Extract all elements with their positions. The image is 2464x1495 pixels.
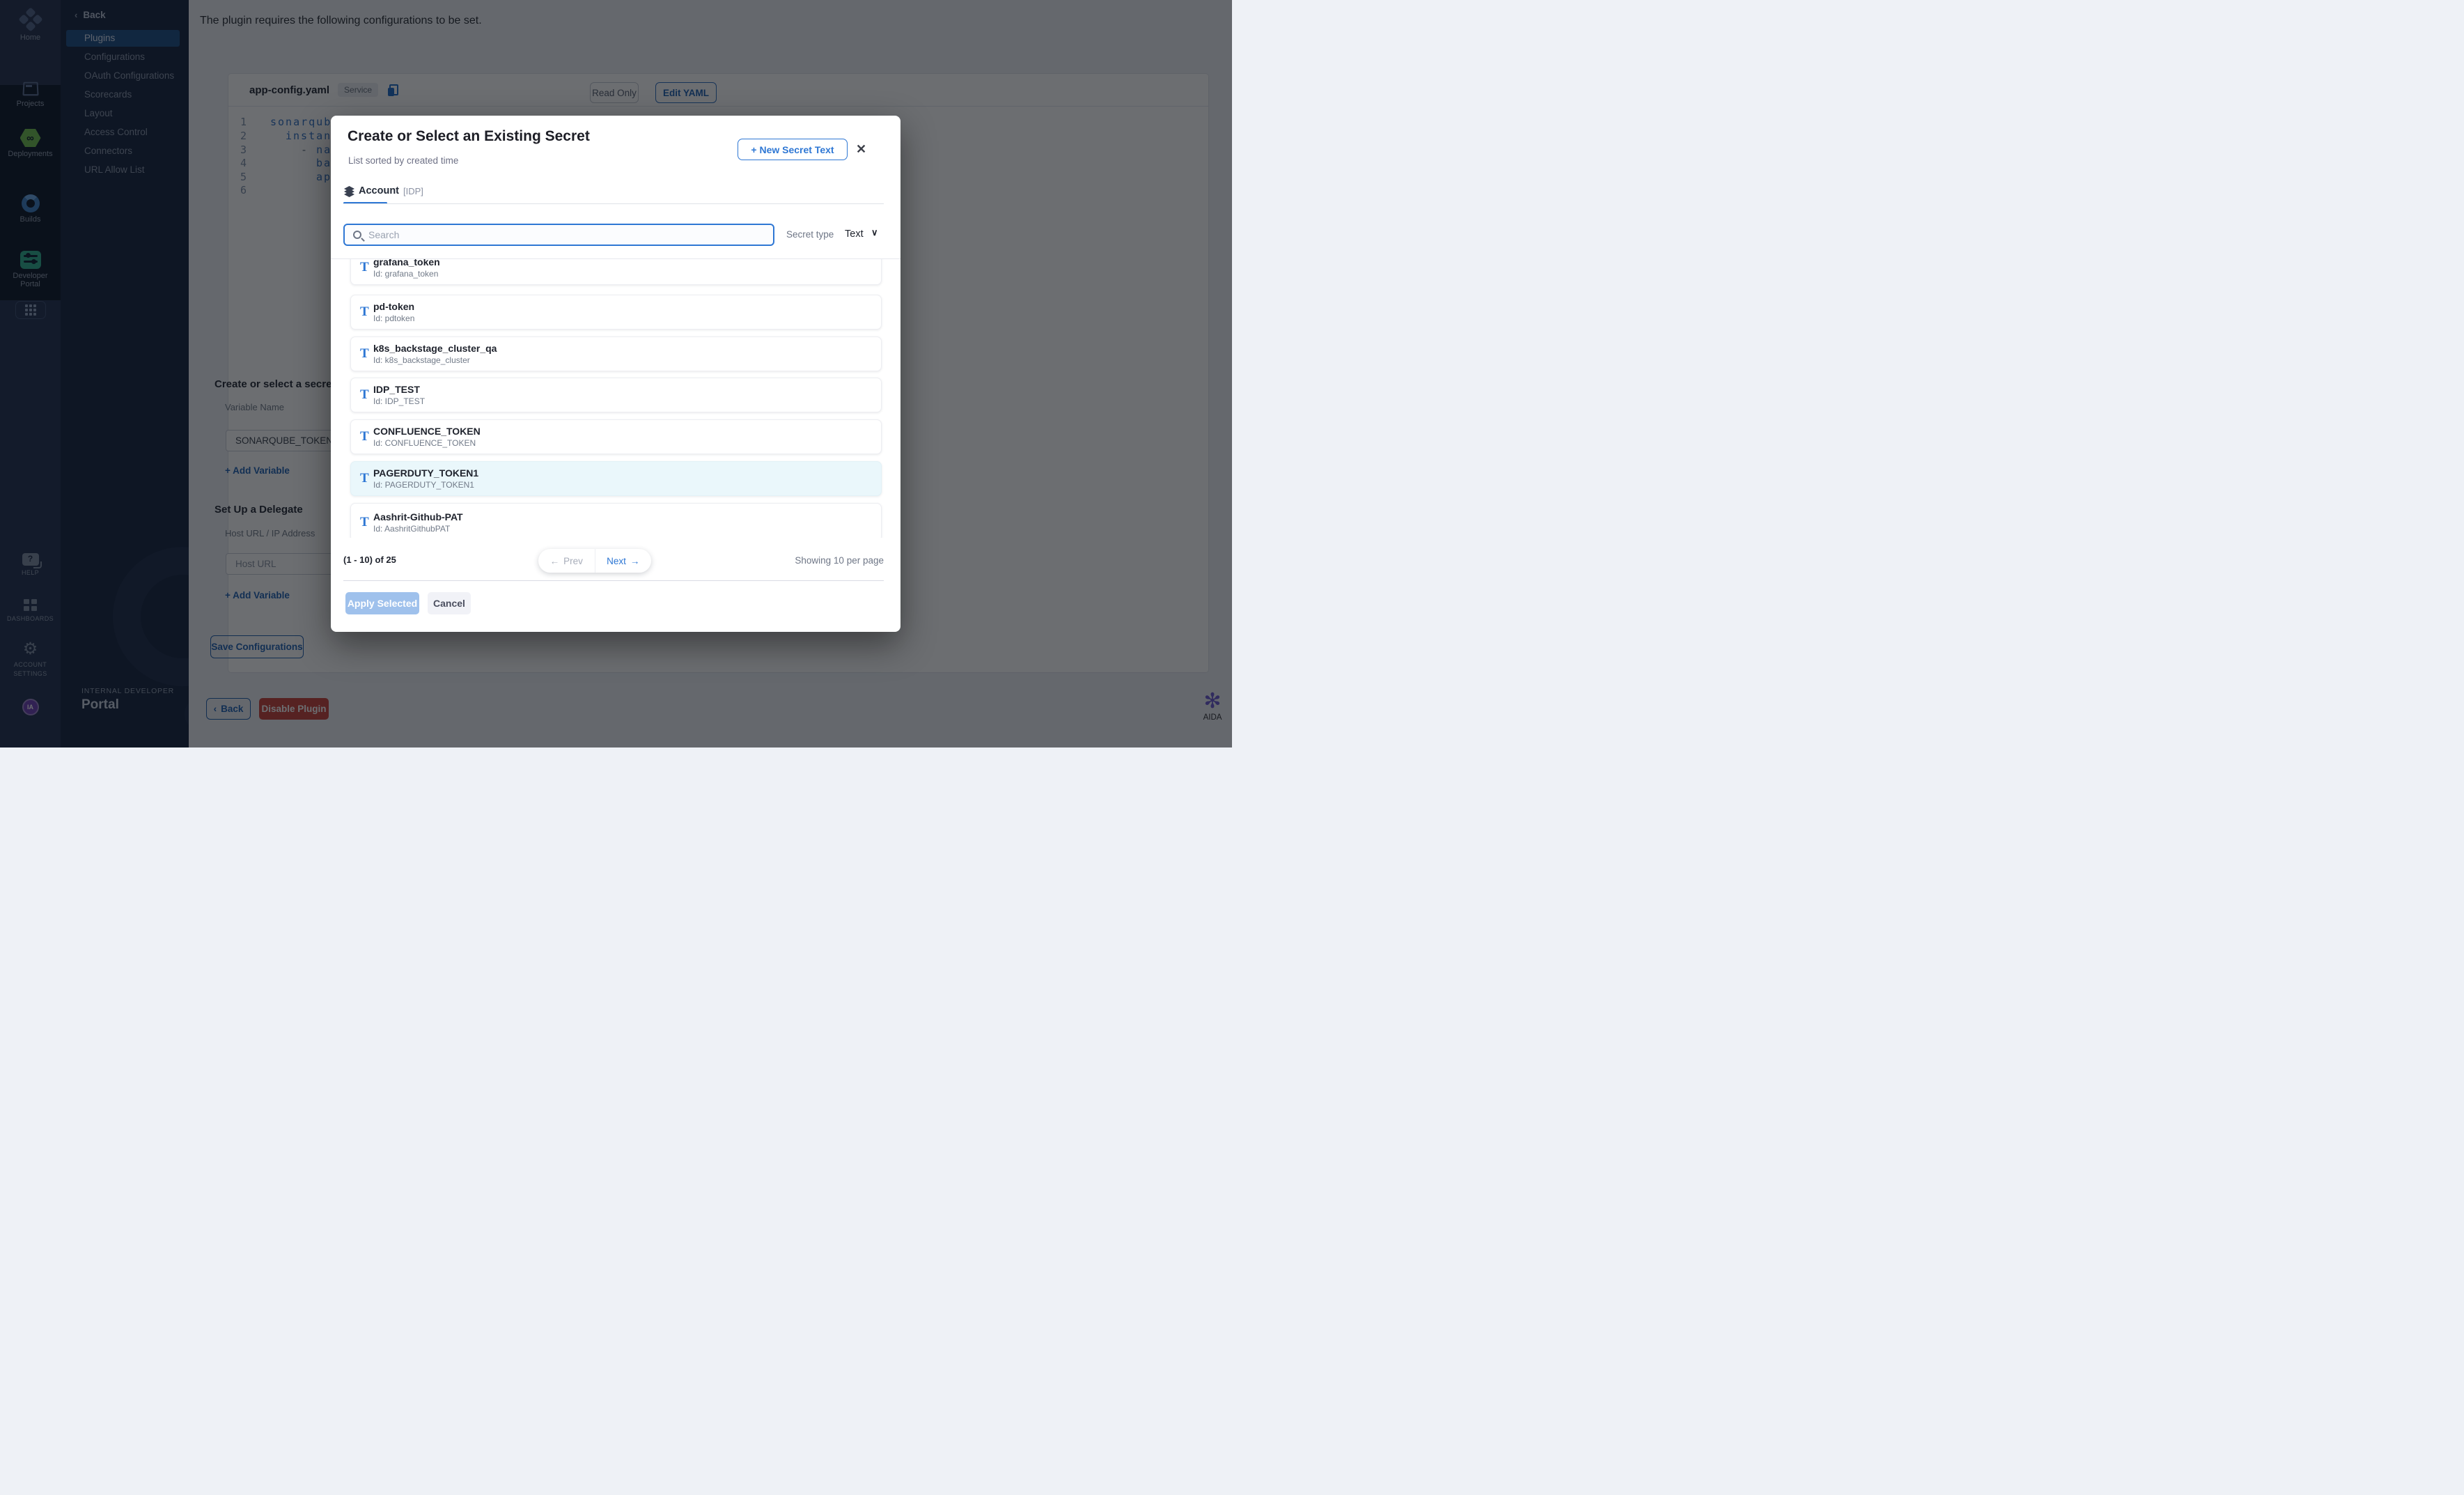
- secret-id: Id: grafana_token: [373, 269, 440, 279]
- secret-id: Id: PAGERDUTY_TOKEN1: [373, 480, 478, 490]
- pagination-controls: ←Prev Next →: [538, 549, 651, 573]
- secret-name: IDP_TEST: [373, 384, 425, 395]
- secret-name: CONFLUENCE_TOKEN: [373, 426, 481, 437]
- next-label: Next: [607, 556, 626, 566]
- secret-name: k8s_backstage_cluster_qa: [373, 343, 497, 354]
- dialog-title: Create or Select an Existing Secret: [348, 128, 590, 145]
- text-secret-icon: T: [360, 429, 371, 444]
- text-secret-icon: T: [360, 346, 371, 362]
- prev-label: Prev: [563, 556, 583, 566]
- arrow-left-icon: ←: [550, 556, 560, 566]
- text-secret-icon: T: [360, 260, 371, 275]
- text-secret-icon: T: [360, 387, 371, 403]
- layers-icon: [344, 186, 354, 196]
- secret-name: Aashrit-Github-PAT: [373, 511, 463, 522]
- secret-search-box: [343, 224, 774, 246]
- secret-name: grafana_token: [373, 258, 440, 268]
- secret-row-aashrit-github-pat[interactable]: T Aashrit-Github-PAT Id: AashritGithubPAT: [350, 503, 882, 538]
- divider: [343, 580, 884, 581]
- dialog-subtitle: List sorted by created time: [348, 155, 458, 166]
- secret-list: T grafana_tokenId: grafana_token T pd-to…: [331, 258, 900, 538]
- divider: [343, 203, 884, 204]
- tab-account-idp[interactable]: Account [IDP]: [344, 185, 423, 196]
- new-secret-text-button[interactable]: + New Secret Text: [738, 139, 848, 160]
- secret-name: PAGERDUTY_TOKEN1: [373, 467, 478, 479]
- secret-row-pagerduty-token1-selected[interactable]: T PAGERDUTY_TOKEN1Id: PAGERDUTY_TOKEN1: [350, 461, 882, 496]
- prev-page-button[interactable]: ←Prev: [538, 549, 595, 573]
- close-icon[interactable]: ✕: [856, 142, 866, 157]
- secret-id: Id: CONFLUENCE_TOKEN: [373, 438, 481, 448]
- secret-name: pd-token: [373, 301, 414, 312]
- secret-id: Id: AashritGithubPAT: [373, 524, 463, 534]
- tab-label: Account: [359, 185, 399, 196]
- text-secret-icon: T: [360, 304, 371, 320]
- secret-type-label: Secret type: [786, 229, 834, 240]
- secret-id: Id: IDP_TEST: [373, 396, 425, 406]
- secret-type-select[interactable]: Text: [845, 228, 864, 240]
- secret-row-idp-test[interactable]: T IDP_TESTId: IDP_TEST: [350, 378, 882, 412]
- search-input[interactable]: [368, 229, 744, 240]
- secret-row-grafana-token[interactable]: T grafana_tokenId: grafana_token: [350, 258, 882, 285]
- arrow-right-icon: →: [630, 556, 640, 566]
- cancel-button[interactable]: Cancel: [428, 592, 471, 614]
- next-page-button[interactable]: Next →: [595, 549, 652, 573]
- tab-scope-label: [IDP]: [403, 186, 423, 196]
- apply-selected-button[interactable]: Apply Selected: [345, 592, 419, 614]
- secret-id: Id: pdtoken: [373, 313, 414, 323]
- search-icon: [353, 231, 361, 239]
- secret-row-k8s-backstage-cluster-qa[interactable]: T k8s_backstage_cluster_qaId: k8s_backst…: [350, 336, 882, 371]
- secret-id: Id: k8s_backstage_cluster: [373, 355, 497, 365]
- secret-row-pd-token[interactable]: T pd-tokenId: pdtoken: [350, 295, 882, 330]
- select-secret-dialog: Create or Select an Existing Secret List…: [331, 116, 900, 632]
- text-secret-icon: T: [360, 515, 371, 530]
- page-size-info: Showing 10 per page: [795, 555, 884, 566]
- text-secret-icon: T: [360, 471, 371, 486]
- pagination-range: (1 - 10) of 25: [343, 555, 396, 565]
- chevron-down-icon[interactable]: ∨: [871, 227, 878, 238]
- secret-row-confluence-token[interactable]: T CONFLUENCE_TOKENId: CONFLUENCE_TOKEN: [350, 419, 882, 454]
